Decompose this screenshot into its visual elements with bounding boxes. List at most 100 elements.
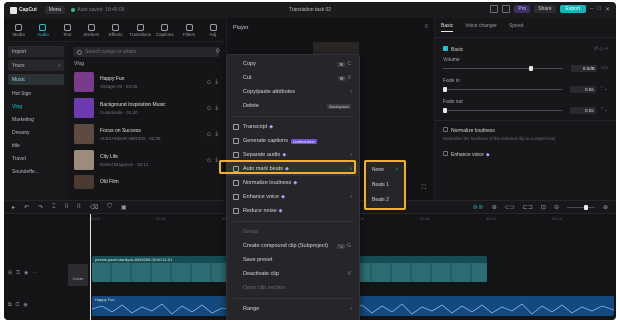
track-more-icon[interactable]: ⋯ <box>32 270 37 276</box>
enhance-checkbox[interactable] <box>443 151 448 156</box>
tool-filters[interactable]: Filters <box>178 19 199 41</box>
nav-import[interactable]: Import <box>8 46 64 57</box>
stepper-icon[interactable]: ⌃⌄ <box>600 107 608 113</box>
menu-item-normalize-loudness[interactable]: Normalize loudness ◆ <box>227 176 359 190</box>
fade-in-slider[interactable]: 0.0s ⌃⌄ <box>443 84 608 94</box>
nav-music[interactable]: Music <box>8 74 64 85</box>
zoom-knob[interactable] <box>583 204 588 210</box>
menu-item-copy-paste-attributes[interactable]: Copy/paste attributes › <box>227 85 359 99</box>
tool-stickers[interactable]: Stickers <box>81 19 102 41</box>
shortcuts-icon[interactable] <box>502 5 511 13</box>
redo-icon[interactable]: ↷ <box>38 204 43 211</box>
fade-in-value[interactable]: 0.0s <box>569 85 596 93</box>
menu-item-reduce-noise[interactable]: Reduce noise ◆ <box>227 204 359 218</box>
nav-vlog[interactable]: Vlog <box>4 100 68 113</box>
track-item[interactable]: City Life Daniel Bragonov · 02:11 ✩ ⤓ <box>68 147 224 173</box>
menu-item-cut[interactable]: Cut ⌘ X <box>227 71 359 85</box>
freeze-icon[interactable]: ▣ <box>121 204 127 211</box>
menu-button[interactable]: Menu <box>44 6 66 14</box>
track-lock-icon[interactable]: ⚿ <box>16 270 20 276</box>
favorite-icon[interactable]: ✩ <box>206 105 211 112</box>
preview-axis-icon[interactable]: ⊏⊐ <box>523 204 533 211</box>
tool-media[interactable]: Media <box>8 19 29 41</box>
track-item[interactable]: Happy Fun Vintage Hit · 03:35 ✩ ⤓ <box>68 69 224 95</box>
export-button[interactable]: Export <box>559 5 586 13</box>
menu-item-save-preset[interactable]: Save preset <box>227 253 359 267</box>
menu-icon[interactable]: ≡ <box>424 24 428 30</box>
share-button[interactable]: Share <box>534 5 556 13</box>
download-icon[interactable]: ⤓ <box>215 105 218 112</box>
menu-item-transcript[interactable]: Transcript ◆ <box>227 120 359 134</box>
menu-item-range[interactable]: Range › <box>227 302 359 316</box>
stepper-icon[interactable]: ⌃⌄ <box>600 86 608 92</box>
split-right-icon[interactable]: ⌷ <box>77 204 81 211</box>
nav-travel[interactable]: Travel <box>4 152 68 165</box>
zoom-in-icon[interactable]: ⊕ <box>603 204 608 211</box>
menu-item-deactivate-clip[interactable]: Deactivate clip V <box>227 267 359 281</box>
layout-icon[interactable] <box>490 5 499 13</box>
maximize-icon[interactable]: □ <box>597 6 601 12</box>
nav-hot-sign[interactable]: Hot Sign <box>4 87 68 100</box>
volume-slider[interactable]: 0.0dB ‹◇› <box>443 63 608 73</box>
pro-button[interactable]: Pro <box>514 5 531 13</box>
nav-title[interactable]: title <box>4 139 68 152</box>
basic-checkbox[interactable] <box>443 45 448 51</box>
nav-marketing[interactable]: Marketing <box>4 113 68 126</box>
track-item[interactable]: Background Inspiration Music Cusemsole · … <box>68 95 224 121</box>
undo-icon[interactable]: ↶ <box>24 204 29 211</box>
close-icon[interactable]: ✕ <box>605 6 610 13</box>
fade-out-slider[interactable]: 0.0s ⌃⌄ <box>443 105 608 115</box>
fade-in-knob[interactable] <box>443 86 447 92</box>
fade-out-knob[interactable] <box>443 107 447 113</box>
download-icon[interactable]: ⤓ <box>215 79 218 86</box>
menu-item-create-compound-clip[interactable]: Create compound clip (Subproject) ⌥ G <box>227 239 359 253</box>
track-item[interactable]: Focus on Success ALEXANDAR ABRISO · 02:36… <box>68 121 224 147</box>
menu-item-generate-captions[interactable]: Generate captions Limited-time <box>227 134 359 148</box>
menu-item-delete[interactable]: Delete Backspace <box>227 99 359 113</box>
volume-value[interactable]: 0.0dB <box>570 64 597 72</box>
cover-button[interactable]: Cover <box>68 264 88 286</box>
playhead[interactable] <box>90 214 91 320</box>
select-tool-icon[interactable]: ▸ <box>12 204 15 211</box>
track-lock-icon[interactable]: ⚿ <box>16 302 20 308</box>
submenu-item-beats-1[interactable]: Beats 1 <box>366 177 404 192</box>
magnet-icon[interactable]: ⊂⊃ <box>505 204 515 211</box>
delete-icon[interactable]: ⌫ <box>90 204 98 211</box>
tool-text[interactable]: Text <box>57 19 78 41</box>
zoom-out-icon[interactable]: ⊖ <box>554 204 559 211</box>
favorite-icon[interactable]: ✩ <box>206 131 211 138</box>
track-lock-icon[interactable]: ⊞ <box>8 270 12 276</box>
menu-item-enhance-voice[interactable]: Enhance voice ◆ › <box>227 190 359 204</box>
split-left-icon[interactable]: ⌷ <box>65 204 69 211</box>
track-mute-icon[interactable]: ◉ <box>23 302 27 308</box>
caption-icon[interactable]: ⊡ <box>541 204 546 211</box>
tool-captions[interactable]: Captions <box>154 19 175 41</box>
reset-icon[interactable]: ↺ ◇ ‹› <box>594 46 608 52</box>
track-item[interactable]: Old Film <box>68 173 224 191</box>
track-hide-icon[interactable]: ◉ <box>24 270 28 276</box>
favorite-icon[interactable]: ✩ <box>206 79 211 86</box>
nav-dreamy[interactable]: Dreamy <box>4 126 68 139</box>
tool-transitions[interactable]: Transitions <box>129 19 151 41</box>
submenu-item-beats-2[interactable]: Beats 2 <box>366 192 404 207</box>
beat-marker-icon[interactable]: ⊪⊪ <box>473 204 483 211</box>
tool-adjustment[interactable]: Adj. <box>203 19 224 41</box>
submenu-item-none[interactable]: None ✓ <box>366 162 404 177</box>
filter-icon[interactable]: ⚲ <box>216 48 220 55</box>
nav-sound-effects[interactable]: Soundeffe... <box>4 165 68 178</box>
nav-yours[interactable]: Yours › <box>8 60 64 71</box>
download-icon[interactable]: ⤓ <box>215 157 218 164</box>
shield-icon[interactable]: ⛉ <box>107 204 112 211</box>
link-icon[interactable]: ⊕ <box>492 204 497 211</box>
minimize-icon[interactable]: – <box>590 6 593 12</box>
music-search-input[interactable]: Search songs or artists <box>73 47 219 57</box>
zoom-slider[interactable] <box>566 204 595 210</box>
fullscreen-icon[interactable]: ⛶ <box>422 185 426 192</box>
download-icon[interactable]: ⤓ <box>215 131 218 138</box>
favorite-icon[interactable]: ✩ <box>206 157 211 164</box>
tool-effects[interactable]: Effects <box>105 19 126 41</box>
menu-item-copy[interactable]: Copy ⌘ C <box>227 57 359 71</box>
tool-audio[interactable]: Audio <box>32 19 53 41</box>
keyframe-icon[interactable]: ‹◇› <box>601 65 608 71</box>
volume-knob[interactable] <box>529 65 534 71</box>
